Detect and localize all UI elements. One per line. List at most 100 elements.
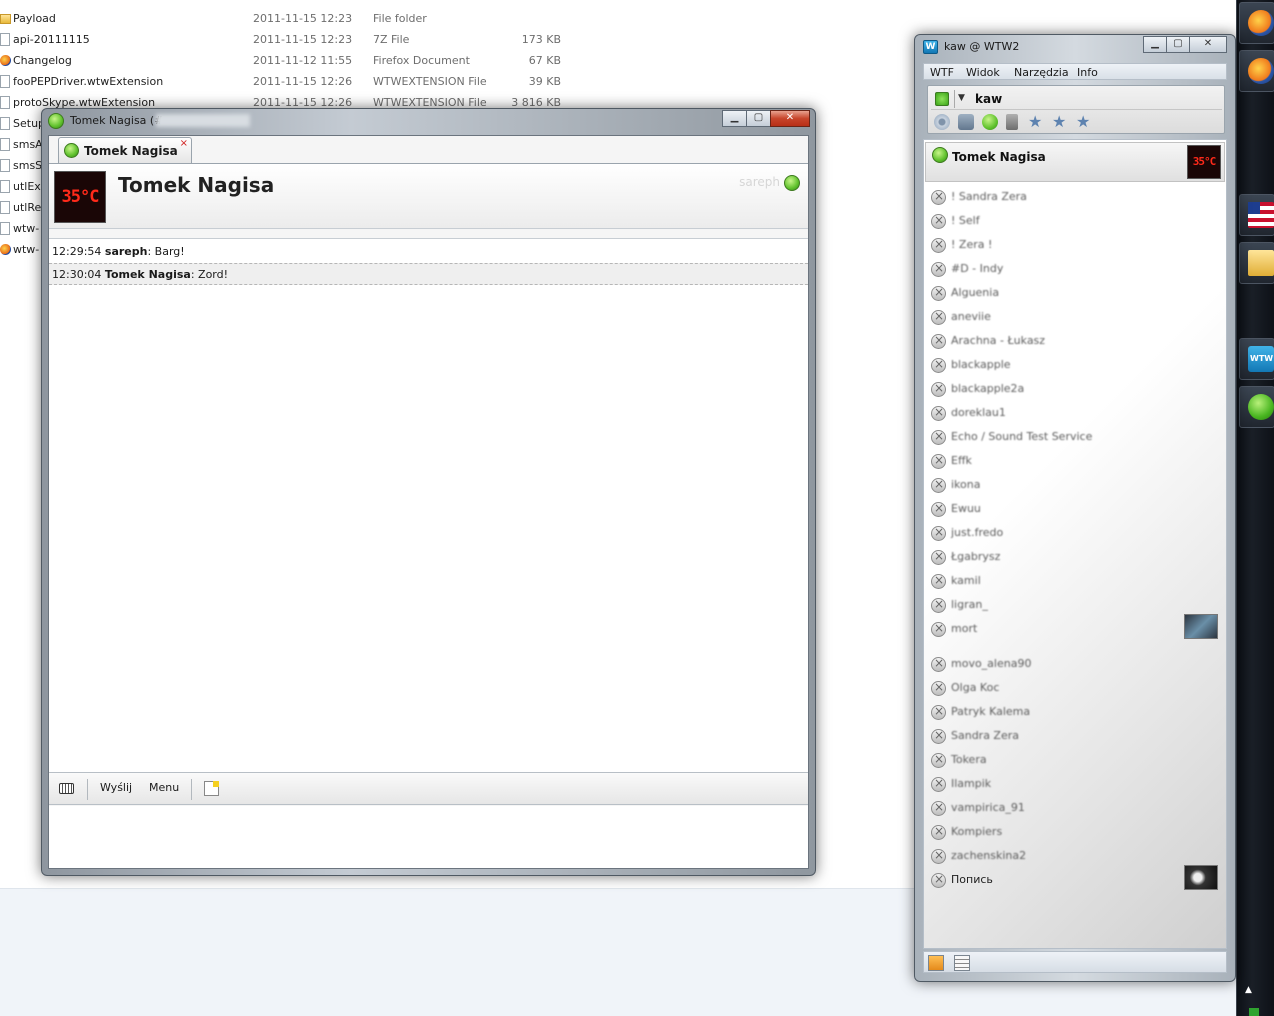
star-icon[interactable]: ★: [1052, 114, 1068, 130]
file-row[interactable]: Changelog 2011-11-12 11:55 Firefox Docum…: [0, 50, 570, 71]
menu-view[interactable]: Widok: [966, 66, 1000, 79]
contact-item[interactable]: zachenskina2: [924, 845, 1226, 869]
keyboard-icon[interactable]: [59, 783, 74, 794]
contact-list[interactable]: Tomek Nagisa 35°C ! Sandra Zera ! Self ! Z…: [923, 139, 1227, 949]
close-button[interactable]: ✕: [1189, 36, 1227, 53]
chevron-down-icon[interactable]: ▼: [958, 93, 965, 103]
menu-wtf[interactable]: WTF: [930, 66, 954, 79]
offline-status-icon: [931, 189, 946, 205]
contact-item[interactable]: #D - Indy: [924, 258, 1226, 282]
contact-item[interactable]: mort: [924, 614, 1226, 642]
contact-item[interactable]: Tokera: [924, 749, 1226, 773]
taskbar-chat-button[interactable]: [1239, 386, 1274, 428]
trash-icon[interactable]: [1006, 114, 1018, 130]
taskbar-firefox-button[interactable]: [1239, 2, 1274, 44]
close-button[interactable]: ✕: [770, 110, 810, 127]
contact-item[interactable]: Ewuu: [924, 498, 1226, 522]
contact-item[interactable]: Alguenia: [924, 282, 1226, 306]
send-button[interactable]: Wyślij: [100, 781, 132, 794]
taskbar-explorer-button[interactable]: [1239, 242, 1274, 284]
file-row[interactable]: fooPEPDriver.wtwExtension 2011-11-15 12:…: [0, 71, 570, 92]
contact-item[interactable]: Sandra Zera: [924, 725, 1226, 749]
contact-item[interactable]: ! Zera !: [924, 234, 1226, 258]
contact-item[interactable]: just.fredo: [924, 522, 1226, 546]
contact-item-active[interactable]: Tomek Nagisa 35°C: [925, 142, 1225, 182]
file-name: wtw-: [13, 222, 40, 235]
file-row[interactable]: api-20111115 2011-11-15 12:23 7Z File 17…: [0, 29, 570, 50]
star-icon[interactable]: ★: [1028, 114, 1044, 130]
tab-close-icon[interactable]: ×: [180, 139, 188, 149]
my-nick: sareph: [739, 175, 780, 189]
message-input[interactable]: [49, 806, 808, 868]
chat-status-icon: [1248, 394, 1274, 420]
contact-item[interactable]: doreklau1: [924, 402, 1226, 426]
contact-item[interactable]: Łgabrysz: [924, 546, 1226, 570]
menu-bar: WTF Widok Narzędzia Info: [923, 63, 1227, 80]
taskbar-app-button[interactable]: [1239, 194, 1274, 236]
contact-item[interactable]: Arachna - Łukasz: [924, 330, 1226, 354]
settings-gear-icon[interactable]: [934, 114, 950, 130]
minimize-button[interactable]: ▁: [722, 110, 747, 127]
maximize-button[interactable]: ▢: [746, 110, 771, 127]
contact-item[interactable]: Echo / Sound Test Service: [924, 426, 1226, 450]
status-icon[interactable]: [958, 114, 974, 130]
contact-item[interactable]: kamil: [924, 570, 1226, 594]
status-selector[interactable]: ▼ kaw: [931, 88, 1222, 110]
contact-item[interactable]: Ilampik: [924, 773, 1226, 797]
note-icon[interactable]: [204, 781, 219, 796]
contacts-icon[interactable]: [928, 955, 944, 971]
contact-item[interactable]: ! Self: [924, 210, 1226, 234]
file-icon: [0, 159, 10, 172]
contact-list-titlebar[interactable]: W kaw @ WTW2 ▁ ▢ ✕: [915, 35, 1235, 59]
offline-status-icon: [931, 573, 946, 589]
file-row[interactable]: Payload 2011-11-15 12:23 File folder: [0, 8, 570, 29]
file-name: Changelog: [13, 54, 72, 67]
file-name: smsA: [13, 138, 43, 151]
offline-status-icon: [931, 680, 946, 696]
avatar[interactable]: 35°C: [54, 171, 106, 223]
contact-item[interactable]: Kompiers: [924, 821, 1226, 845]
setup-icon: [0, 117, 10, 130]
menu-button[interactable]: Menu: [149, 781, 179, 794]
contact-name: Olga Koc: [951, 681, 1000, 694]
status-online-icon: [935, 92, 949, 106]
message-time: 12:29:54: [52, 245, 102, 258]
taskbar-wtw-button[interactable]: WTW: [1239, 338, 1274, 380]
tab-conversation[interactable]: Tomek Nagisa ×: [58, 137, 192, 163]
minimize-button[interactable]: ▁: [1143, 36, 1167, 53]
contact-item[interactable]: ! Sandra Zera: [924, 186, 1226, 210]
contact-item[interactable]: ikona: [924, 474, 1226, 498]
message-log[interactable]: 12:29:54 sareph: Barg! 12:30:04 Tomek Na…: [49, 238, 808, 776]
taskbar-firefox-button-2[interactable]: [1239, 50, 1274, 92]
tray-expand-icon[interactable]: ▲: [1245, 985, 1252, 995]
star-icon[interactable]: ★: [1076, 114, 1092, 130]
contact-name: just.fredo: [951, 526, 1004, 539]
contact-item[interactable]: ligran_: [924, 594, 1226, 618]
contact-name: ligran_: [951, 598, 988, 611]
offline-status-icon: [931, 728, 946, 744]
offline-status-icon: [931, 405, 946, 421]
contact-item[interactable]: Olga Koc: [924, 677, 1226, 701]
tray-icon[interactable]: [1249, 1008, 1259, 1016]
online-status-icon[interactable]: [982, 114, 998, 130]
offline-status-icon: [931, 800, 946, 816]
contact-item[interactable]: blackapple2a: [924, 378, 1226, 402]
offline-status-icon: [931, 453, 946, 469]
contact-item[interactable]: Попись: [924, 865, 1226, 893]
contact-item[interactable]: blackapple: [924, 354, 1226, 378]
maximize-button[interactable]: ▢: [1166, 36, 1190, 53]
chat-window-titlebar[interactable]: Tomek Nagisa (# ▁ ▢ ✕: [42, 109, 815, 133]
contact-item[interactable]: Effk: [924, 450, 1226, 474]
notes-icon[interactable]: [954, 955, 970, 971]
menu-tools[interactable]: Narzędzia: [1014, 66, 1069, 79]
contact-item[interactable]: aneviie: [924, 306, 1226, 330]
contact-item[interactable]: movo_alena90: [924, 653, 1226, 677]
message-author: sareph: [104, 245, 148, 258]
file-name: fooPEPDriver.wtwExtension: [13, 75, 164, 88]
contact-item[interactable]: vampirica_91: [924, 797, 1226, 821]
offline-status-icon: [931, 656, 946, 672]
divider: [954, 90, 955, 108]
menu-info[interactable]: Info: [1077, 66, 1098, 79]
contact-item[interactable]: Patryk Kalema: [924, 701, 1226, 725]
file-type: File folder: [373, 12, 427, 25]
